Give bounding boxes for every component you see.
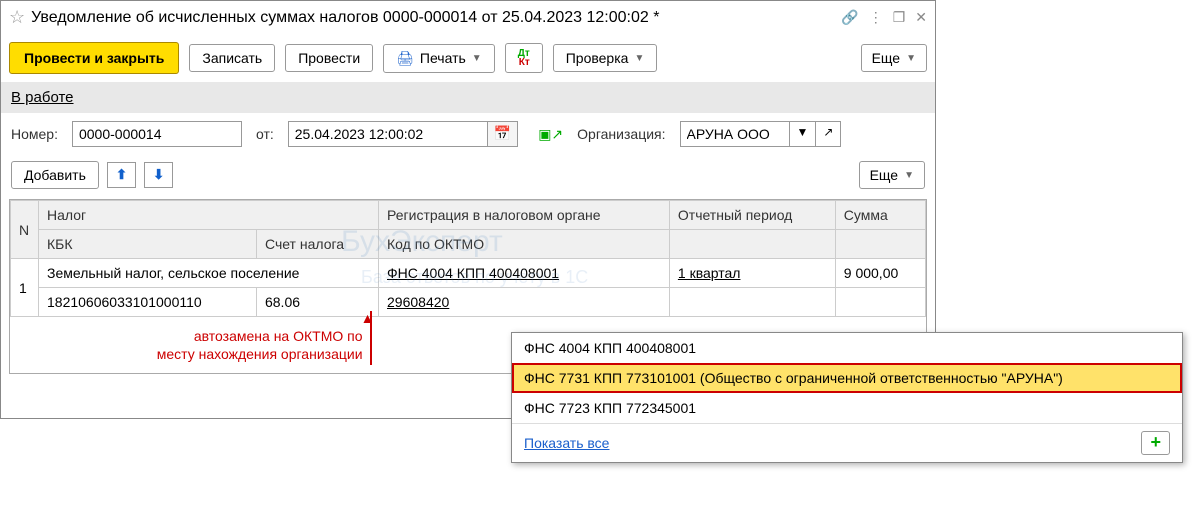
- restore-icon[interactable]: ❐: [893, 9, 906, 26]
- cell-kbk[interactable]: 18210606033101000110: [39, 288, 257, 317]
- show-all-link[interactable]: Показать все: [524, 435, 609, 451]
- save-button[interactable]: Записать: [189, 44, 275, 72]
- posted-icon: ▣↗: [538, 126, 563, 143]
- col-account: Счет налога: [256, 230, 378, 259]
- col-n: N: [11, 201, 39, 259]
- cell-n: 1: [11, 259, 39, 317]
- dropdown-item-highlighted[interactable]: ФНС 7731 КПП 773101001 (Общество с огран…: [512, 363, 1182, 393]
- registration-dropdown: ФНС 4004 КПП 400408001 ФНС 7731 КПП 7731…: [511, 332, 1183, 463]
- link-icon[interactable]: 🔗: [841, 9, 858, 26]
- dropdown-arrow-icon: ▼: [906, 53, 916, 64]
- kebab-icon[interactable]: ⋮: [869, 9, 883, 26]
- col-reg: Регистрация в налоговом органе: [379, 201, 670, 230]
- number-label: Номер:: [11, 126, 58, 142]
- col-period: Отчетный период: [669, 201, 835, 230]
- dtkt-icon: ДтКт: [518, 49, 530, 67]
- dtkt-button[interactable]: ДтКт: [505, 43, 543, 73]
- print-button[interactable]: 🖨 Печать ▼: [383, 44, 495, 73]
- status-bar[interactable]: В работе: [1, 82, 935, 113]
- col-tax: Налог: [39, 201, 379, 230]
- cell-tax[interactable]: Земельный налог, сельское поселение: [39, 259, 379, 288]
- col-sum: Сумма: [835, 201, 925, 230]
- cell-oktmo[interactable]: 29608420: [379, 288, 670, 317]
- org-input[interactable]: [680, 121, 790, 147]
- table-more-button[interactable]: Еще ▼: [859, 161, 925, 189]
- move-up-button[interactable]: ⬆: [107, 162, 136, 188]
- dropdown-item[interactable]: ФНС 7723 КПП 772345001: [512, 393, 1182, 423]
- dropdown-arrow-icon: ▼: [472, 53, 482, 64]
- org-dropdown-button[interactable]: ▼: [790, 121, 817, 147]
- dropdown-arrow-icon: ▼: [634, 53, 644, 64]
- move-down-button[interactable]: ⬇: [144, 162, 173, 188]
- from-label: от:: [256, 126, 274, 142]
- org-label: Организация:: [577, 126, 665, 142]
- status-text: В работе: [11, 89, 74, 106]
- cell-reg[interactable]: ФНС 4004 КПП 400408001: [379, 259, 670, 288]
- post-close-button[interactable]: Провести и закрыть: [9, 42, 179, 74]
- col-oktmo: Код по ОКТМО: [379, 230, 670, 259]
- cell-sum[interactable]: 9 000,00: [835, 259, 925, 288]
- number-input[interactable]: [72, 121, 242, 147]
- calendar-icon[interactable]: 📅: [488, 121, 518, 147]
- red-annotation: ▲ автозамена на ОКТМО по месту нахождени…: [19, 323, 371, 367]
- post-button[interactable]: Провести: [285, 44, 373, 72]
- dropdown-item[interactable]: ФНС 4004 КПП 400408001: [512, 333, 1182, 363]
- add-row-button[interactable]: Добавить: [11, 161, 99, 189]
- window-title: Уведомление об исчисленных суммах налого…: [31, 9, 841, 27]
- check-button[interactable]: Проверка ▼: [553, 44, 658, 72]
- add-item-button[interactable]: +: [1141, 431, 1170, 455]
- cell-period[interactable]: 1 квартал: [669, 259, 835, 288]
- dropdown-arrow-icon: ▼: [904, 170, 914, 181]
- more-button[interactable]: Еще ▼: [861, 44, 927, 72]
- close-icon[interactable]: ✕: [915, 9, 927, 26]
- org-open-button[interactable]: ↗: [816, 121, 841, 147]
- col-kbk: КБК: [39, 230, 257, 259]
- header-row-2: КБК Счет налога Код по ОКТМО: [11, 230, 926, 259]
- header-row-1: N Налог Регистрация в налоговом органе О…: [11, 201, 926, 230]
- date-input[interactable]: [288, 121, 488, 147]
- print-icon: 🖨: [396, 50, 414, 67]
- favorite-star[interactable]: ☆: [9, 7, 25, 28]
- table-row[interactable]: 1 Земельный налог, сельское поселение ФН…: [11, 259, 926, 288]
- table-row-2[interactable]: 18210606033101000110 68.06 29608420: [11, 288, 926, 317]
